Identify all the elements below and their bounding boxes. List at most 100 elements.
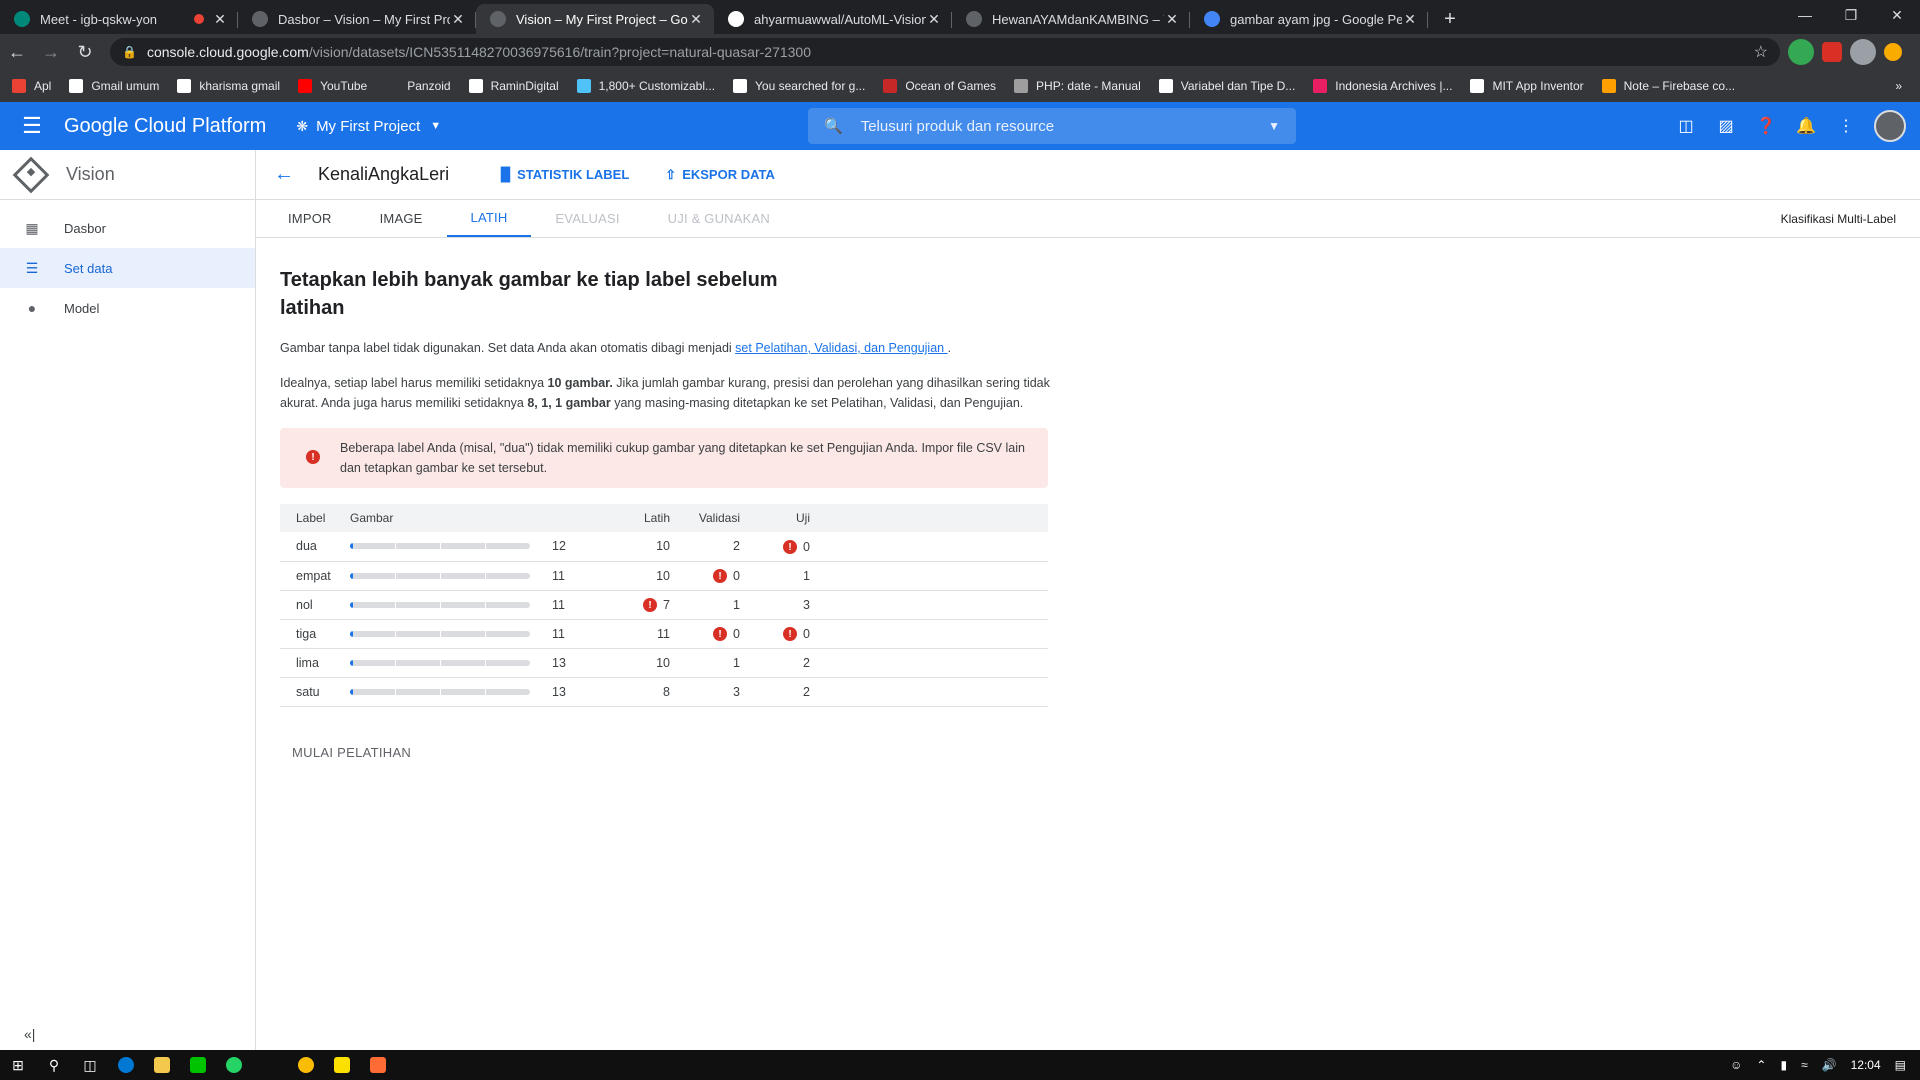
gcp-header: ☰ Google Cloud Platform ❋ My First Proje… [0, 102, 1920, 150]
bookmark-item[interactable]: Gmail umum [69, 79, 159, 93]
browser-tab[interactable]: Dasbor – Vision – My First Projec✕ [238, 4, 476, 34]
bookmark-label: kharisma gmail [199, 79, 281, 93]
whatsapp-icon[interactable] [216, 1050, 252, 1080]
adblock-extension-icon[interactable] [1822, 42, 1842, 62]
bookmark-item[interactable]: Panzoid [385, 79, 451, 93]
search-icon: 🔍 [824, 118, 843, 135]
taskbar-search-icon[interactable]: ⚲ [36, 1050, 72, 1080]
account-avatar[interactable] [1874, 110, 1906, 142]
profile-avatar[interactable] [1850, 39, 1876, 65]
browser-tab[interactable]: Vision – My First Project – Googl ✕ [476, 4, 714, 34]
bookmark-item[interactable]: Note – Firebase co... [1601, 79, 1735, 93]
bookmark-item[interactable]: You searched for g... [733, 79, 865, 93]
forward-icon[interactable]: → [34, 37, 68, 67]
battery-icon[interactable]: ▮ [1780, 1058, 1787, 1072]
collapse-sidebar-icon[interactable]: «| [24, 1026, 35, 1042]
table-row: tiga 11 11! 0! 0 [280, 619, 1048, 648]
back-arrow-icon[interactable]: ← [274, 163, 294, 186]
label-stats-button[interactable]: ▉ STATISTIK LABEL [501, 167, 629, 183]
bookmark-item[interactable]: 1,800+ Customizabl... [576, 79, 715, 93]
bookmark-favicon-icon [576, 79, 591, 93]
task-view-icon[interactable]: ◫ [72, 1050, 108, 1080]
file-explorer-icon[interactable] [144, 1050, 180, 1080]
para2-text-a: Idealnya, setiap label harus memiliki se… [280, 376, 548, 390]
extension-icon[interactable] [1788, 39, 1814, 65]
bookmark-item[interactable]: Apl [12, 79, 51, 93]
new-tab-icon[interactable]: + [1436, 5, 1464, 33]
bar-fill [350, 630, 353, 637]
close-tab-icon[interactable]: ✕ [1164, 11, 1180, 28]
reload-icon[interactable]: ↻ [68, 37, 102, 67]
clock[interactable]: 12:04 [1851, 1058, 1881, 1072]
error-icon: ! [783, 540, 798, 554]
bookmark-star-icon[interactable]: ☆ [1754, 42, 1768, 62]
close-tab-icon[interactable]: ✕ [1402, 11, 1418, 28]
windows-start-icon[interactable]: ⊞ [0, 1050, 36, 1080]
image-count-bar [350, 630, 530, 637]
cell-train: 8 [600, 677, 670, 706]
browser-tab[interactable]: ahyarmuawwal/AutoML-Vision-G ✕ [714, 4, 952, 34]
product-title[interactable]: Vision [0, 150, 255, 200]
menu-icon[interactable]: ☰ [0, 113, 64, 139]
edge-icon[interactable] [108, 1050, 144, 1080]
address-bar[interactable]: 🔒 console.cloud.google.com /vision/datas… [110, 38, 1780, 66]
action-center-icon[interactable]: ▤ [1895, 1058, 1906, 1072]
wifi-icon[interactable]: ≈ [1801, 1058, 1808, 1072]
chrome-icon[interactable] [288, 1050, 324, 1080]
sidebar-item-dasbor[interactable]: ▦ Dasbor [0, 208, 255, 248]
more-vert-icon[interactable]: ⋮ [1826, 116, 1866, 136]
close-tab-icon[interactable]: ✕ [450, 11, 466, 28]
dataset-toolbar: ← KenaliAngkaLeri ▉ STATISTIK LABEL ⇧ EK… [256, 150, 1920, 200]
browser-tab[interactable]: HewanAYAMdanKAMBING – Visi✕ [952, 4, 1190, 34]
bookmark-item[interactable]: RaminDigital [468, 79, 559, 93]
help-icon[interactable]: ❓ [1746, 116, 1786, 136]
browser-tab[interactable]: Meet - igb-qskw-yon ✕ [0, 4, 238, 34]
search-placeholder: Telusuri produk dan resource [860, 117, 1055, 135]
update-icon[interactable] [1884, 43, 1902, 61]
dataset-split-link[interactable]: set Pelatihan, Validasi, dan Pengujian [735, 341, 947, 355]
volume-icon[interactable]: 🔊 [1822, 1058, 1837, 1072]
sublime-icon[interactable] [360, 1050, 396, 1080]
bookmarks-overflow-icon[interactable]: » [1895, 79, 1902, 93]
search-dropdown-icon[interactable]: ▼ [1268, 119, 1280, 133]
para1-end: . [947, 341, 952, 355]
train-count: 10 [656, 539, 670, 554]
close-tab-icon[interactable]: ✕ [212, 11, 228, 28]
sidebar-item-model[interactable]: ● Model [0, 288, 255, 328]
people-icon[interactable]: ☺ [1730, 1058, 1742, 1072]
gift-icon[interactable]: ◫ [1666, 116, 1706, 136]
bookmark-item[interactable]: PHP: date - Manual [1014, 79, 1141, 93]
project-selector[interactable]: ❋ My First Project ▼ [296, 118, 441, 135]
gcp-logo-text[interactable]: Google Cloud Platform [64, 115, 266, 138]
bookmark-item[interactable]: kharisma gmail [177, 79, 280, 93]
notifications-icon[interactable]: 🔔 [1786, 116, 1826, 136]
tab-impor[interactable]: IMPOR [264, 200, 356, 237]
sidebar-item-set-data[interactable]: ☰ Set data [0, 248, 255, 288]
bookmark-item[interactable]: Indonesia Archives |... [1313, 79, 1452, 93]
tab-image[interactable]: IMAGE [356, 200, 447, 237]
bookmark-item[interactable]: YouTube [298, 79, 367, 93]
back-icon[interactable]: ← [0, 37, 34, 67]
browser-tab[interactable]: gambar ayam jpg - Google Pene ✕ [1190, 4, 1428, 34]
start-training-button[interactable]: MULAI PELATIHAN [292, 745, 1056, 760]
close-tab-icon[interactable]: ✕ [688, 11, 704, 28]
bookmark-item[interactable]: Ocean of Games [883, 79, 996, 93]
minimize-icon[interactable]: — [1782, 0, 1828, 30]
tab-latih[interactable]: LATIH [446, 200, 532, 237]
tray-chevron-icon[interactable]: ⌃ [1756, 1058, 1766, 1072]
export-data-button[interactable]: ⇧ EKSPOR DATA [665, 167, 775, 183]
validation-count: 1 [733, 655, 740, 670]
line-app-icon[interactable] [180, 1050, 216, 1080]
cell-image-count: 13 [552, 655, 566, 670]
cell-validation: 1 [670, 648, 740, 677]
bookmark-item[interactable]: Variabel dan Tipe D... [1158, 79, 1295, 93]
close-tab-icon[interactable]: ✕ [926, 11, 942, 28]
cloud-shell-icon[interactable]: ▨ [1706, 116, 1746, 136]
cell-validation: 1 [670, 590, 740, 619]
close-window-icon[interactable]: ✕ [1874, 0, 1920, 30]
bookmark-item[interactable]: MIT App Inventor [1470, 79, 1584, 93]
bar-chart-icon: ▉ [501, 166, 512, 182]
restore-icon[interactable]: ❐ [1828, 0, 1874, 30]
sticky-notes-icon[interactable] [324, 1050, 360, 1080]
search-input[interactable]: 🔍 Telusuri produk dan resource ▼ [808, 108, 1296, 144]
